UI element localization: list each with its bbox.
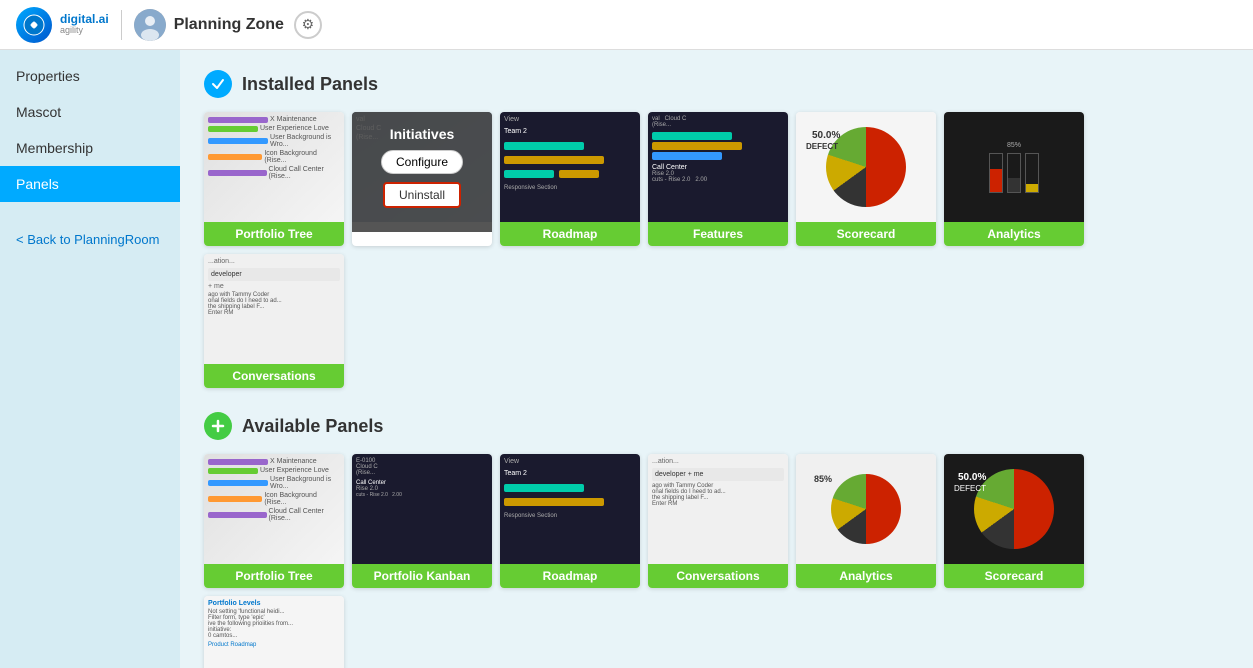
panel-card-topics[interactable]: Portfolio Levels Not setting 'functional… [204,596,344,668]
panel-label-features: Features [648,222,788,246]
panel-thumbnail-roadmap-av: View Team 2 Responsive Section [500,454,640,564]
panel-label-scorecard: Scorecard [796,222,936,246]
sidebar-item-panels[interactable]: Panels [0,166,180,202]
settings-gear-icon[interactable]: ⚙ [294,11,322,39]
main-layout: Properties Mascot Membership Panels < Ba… [0,50,1253,668]
panel-thumbnail-roadmap: View Team 2 Responsive Section [500,112,640,222]
avatar [134,9,166,41]
panel-card-roadmap[interactable]: View Team 2 Responsive Section Roadmap [500,112,640,246]
panel-thumbnail-conversations-av: ...ation... developer + me ago with Tamm… [648,454,788,564]
logo: digital.ai agility [16,7,109,43]
available-section-title: Available Panels [242,416,383,437]
installed-section-header: Installed Panels [204,70,1229,98]
panel-card-analytics-av[interactable]: 85% Analytics [796,454,936,588]
panel-thumbnail-conversations: ...ation... developer + me ago with Tamm… [204,254,344,364]
panel-card-conversations[interactable]: ...ation... developer + me ago with Tamm… [204,254,344,388]
available-section-header: Available Panels [204,412,1229,440]
back-to-planning-room[interactable]: < Back to PlanningRoom [0,222,180,257]
available-panels-grid: X Maintenance User Experience Love User … [204,454,1229,668]
panel-thumbnail-topics: Portfolio Levels Not setting 'functional… [204,596,344,668]
panel-thumbnail-analytics-av: 85% [796,454,936,564]
panel-label-conversations-av: Conversations [648,564,788,588]
configure-button[interactable]: Configure [381,150,463,174]
panel-label-roadmap: Roadmap [500,222,640,246]
panel-thumbnail-portfolio-av: X Maintenance User Experience Love User … [204,454,344,564]
panel-label-initiatives [352,222,492,232]
panel-label-conversations: Conversations [204,364,344,388]
content-area: Installed Panels X Maintenance User Expe… [180,50,1253,668]
panel-label-analytics: Analytics [944,222,1084,246]
sidebar-item-properties[interactable]: Properties [0,58,180,94]
overlay-title: Initiatives [390,126,455,142]
panel-thumbnail-analytics: 85% [944,112,1084,222]
panel-thumbnail-features: val Cloud C (Rise... Call Center Rise 2.… [648,112,788,222]
panel-card-roadmap-av[interactable]: View Team 2 Responsive Section Roadmap [500,454,640,588]
installed-panels-grid: X Maintenance User Experience Love User … [204,112,1229,388]
panel-thumbnail-scorecard-av: 50.0% DEFECT [944,454,1084,564]
panel-thumbnail-scorecard: 50.0% DEFECT [796,112,936,222]
panel-label-portfolio-tree: Portfolio Tree [204,222,344,246]
panel-thumbnail-kanban: E-0100 Cloud C (Rise... Call Center Rise… [352,454,492,564]
panel-card-initiatives[interactable]: val Cloud C (Rise... Initiatives Configu… [352,112,492,246]
logo-sub: agility [60,26,109,36]
panel-label-portfolio-kanban: Portfolio Kanban [352,564,492,588]
header: digital.ai agility Planning Zone ⚙ [0,0,1253,50]
uninstall-button[interactable]: Uninstall [383,182,461,208]
installed-icon [204,70,232,98]
panel-label-analytics-av: Analytics [796,564,936,588]
panel-card-conversations-av[interactable]: ...ation... developer + me ago with Tamm… [648,454,788,588]
available-icon [204,412,232,440]
logo-icon [16,7,52,43]
sidebar-item-membership[interactable]: Membership [0,130,180,166]
panel-thumbnail-initiatives: val Cloud C (Rise... Initiatives Configu… [352,112,492,222]
panel-label-roadmap-av: Roadmap [500,564,640,588]
initiatives-overlay: Initiatives Configure Uninstall [352,112,492,222]
panel-card-scorecard-av[interactable]: 50.0% DEFECT Scorecard [944,454,1084,588]
panel-card-scorecard[interactable]: 50.0% DEFECT Scorecard [796,112,936,246]
zone-title: Planning Zone [174,16,284,34]
panel-card-portfolio-tree[interactable]: X Maintenance User Experience Love User … [204,112,344,246]
sidebar: Properties Mascot Membership Panels < Ba… [0,50,180,668]
panel-thumbnail-portfolio: X Maintenance User Experience Love User … [204,112,344,222]
panel-card-analytics[interactable]: 85% [944,112,1084,246]
panel-card-portfolio-tree-av[interactable]: X Maintenance User Experience Love User … [204,454,344,588]
sidebar-item-mascot[interactable]: Mascot [0,94,180,130]
panel-card-portfolio-kanban[interactable]: E-0100 Cloud C (Rise... Call Center Rise… [352,454,492,588]
panel-label-portfolio-tree-av: Portfolio Tree [204,564,344,588]
installed-section-title: Installed Panels [242,74,378,95]
header-divider [121,10,122,40]
panel-card-features[interactable]: val Cloud C (Rise... Call Center Rise 2.… [648,112,788,246]
panel-label-scorecard-av: Scorecard [944,564,1084,588]
